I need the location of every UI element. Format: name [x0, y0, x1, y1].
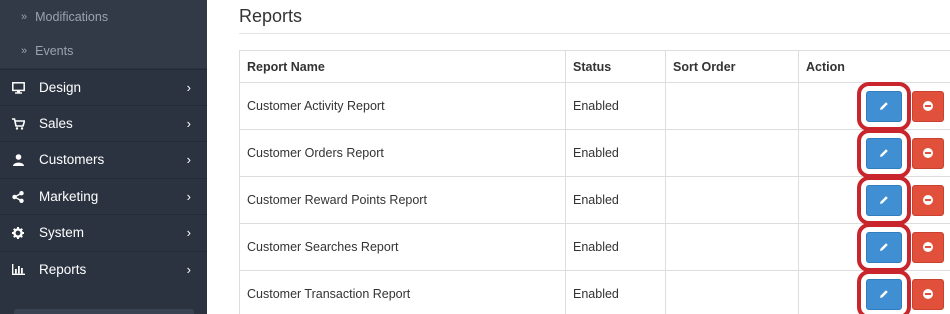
pencil-icon — [880, 102, 888, 110]
main-content: Reports Report Name Status Sort Order Ac… — [207, 0, 950, 314]
table-row: Customer Searches Report Enabled — [239, 222, 950, 272]
chevron-right-icon: › — [186, 80, 191, 95]
sort-order-cell — [665, 82, 799, 130]
table-row: Customer Reward Points Report Enabled — [239, 175, 950, 225]
bar-chart-icon — [10, 264, 26, 275]
status-cell: Enabled — [565, 223, 666, 271]
report-name-cell: Customer Activity Report — [239, 82, 566, 130]
edit-button[interactable] — [857, 81, 911, 131]
pencil-icon — [880, 290, 888, 298]
sidebar-item-sales[interactable]: Sales › — [0, 105, 207, 141]
chevron-right-icon: › — [186, 262, 191, 277]
sidebar-item-reports[interactable]: Reports › — [0, 251, 207, 287]
sidebar-item-label: Reports — [39, 262, 87, 277]
double-chevron-right-icon: » — [21, 11, 28, 23]
chevron-right-icon: › — [186, 225, 191, 240]
status-cell: Enabled — [565, 270, 666, 314]
action-cell — [798, 269, 950, 314]
sidebar-item-label: Design — [39, 80, 82, 95]
report-name-cell: Customer Reward Points Report — [239, 176, 566, 224]
minus-circle-icon — [923, 101, 933, 111]
monitor-icon — [10, 81, 26, 94]
table-row: Customer Transaction Report Enabled — [239, 269, 950, 314]
sidebar: » Modifications » Events Design › Sales … — [0, 0, 207, 314]
minus-circle-icon — [923, 289, 933, 299]
user-icon — [10, 153, 26, 166]
pencil-icon — [880, 149, 888, 157]
page-title: Reports — [239, 6, 303, 26]
table-header-row: Report Name Status Sort Order Action — [239, 50, 950, 83]
delete-button[interactable] — [912, 231, 944, 263]
sort-order-cell — [665, 270, 799, 314]
chevron-right-icon: › — [186, 152, 191, 167]
gear-icon — [10, 226, 26, 239]
minus-circle-icon — [923, 242, 933, 252]
edit-button[interactable] — [857, 128, 911, 178]
chevron-right-icon: › — [186, 189, 191, 204]
pencil-icon — [880, 243, 888, 251]
sidebar-item-label: Sales — [39, 116, 73, 131]
chevron-right-icon: › — [186, 116, 191, 131]
delete-button[interactable] — [912, 278, 944, 310]
report-name-cell: Customer Transaction Report — [239, 270, 566, 314]
sidebar-item-customers[interactable]: Customers › — [0, 141, 207, 177]
sidebar-subitem-label: Modifications — [35, 10, 109, 24]
sort-order-cell — [665, 176, 799, 224]
reports-table: Report Name Status Sort Order Action Cus… — [239, 50, 950, 314]
sort-order-cell — [665, 223, 799, 271]
sidebar-subitem-label: Events — [35, 44, 74, 58]
column-header-sort-order[interactable]: Sort Order — [665, 50, 799, 83]
sidebar-subitem-modifications[interactable]: » Modifications — [0, 0, 207, 34]
minus-circle-icon — [923, 195, 933, 205]
share-icon — [10, 190, 26, 203]
double-chevron-right-icon: » — [21, 45, 28, 57]
table-row: Customer Orders Report Enabled — [239, 128, 950, 178]
sort-order-cell — [665, 129, 799, 177]
minus-circle-icon — [923, 148, 933, 158]
edit-button[interactable] — [857, 222, 911, 272]
sidebar-footer-bar — [14, 309, 194, 314]
action-cell — [798, 81, 950, 131]
sidebar-item-design[interactable]: Design › — [0, 69, 207, 105]
edit-button[interactable] — [857, 175, 911, 225]
sidebar-item-label: System — [39, 225, 85, 240]
delete-button[interactable] — [912, 184, 944, 216]
status-cell: Enabled — [565, 129, 666, 177]
action-cell — [798, 128, 950, 178]
status-cell: Enabled — [565, 176, 666, 224]
action-cell — [798, 222, 950, 272]
column-header-action: Action — [798, 50, 950, 83]
sidebar-item-system[interactable]: System › — [0, 214, 207, 250]
report-name-cell: Customer Searches Report — [239, 223, 566, 271]
report-name-cell: Customer Orders Report — [239, 129, 566, 177]
cart-icon — [10, 117, 26, 130]
sidebar-subitem-events[interactable]: » Events — [0, 34, 207, 68]
action-cell — [798, 175, 950, 225]
title-divider — [239, 33, 950, 34]
sidebar-item-label: Marketing — [39, 189, 99, 204]
sidebar-item-label: Customers — [39, 152, 105, 167]
column-header-status[interactable]: Status — [565, 50, 666, 83]
column-header-report-name[interactable]: Report Name — [239, 50, 566, 83]
delete-button[interactable] — [912, 90, 944, 122]
status-cell: Enabled — [565, 82, 666, 130]
edit-button[interactable] — [857, 269, 911, 314]
table-row: Customer Activity Report Enabled — [239, 81, 950, 131]
delete-button[interactable] — [912, 137, 944, 169]
sidebar-item-marketing[interactable]: Marketing › — [0, 178, 207, 214]
pencil-icon — [880, 196, 888, 204]
